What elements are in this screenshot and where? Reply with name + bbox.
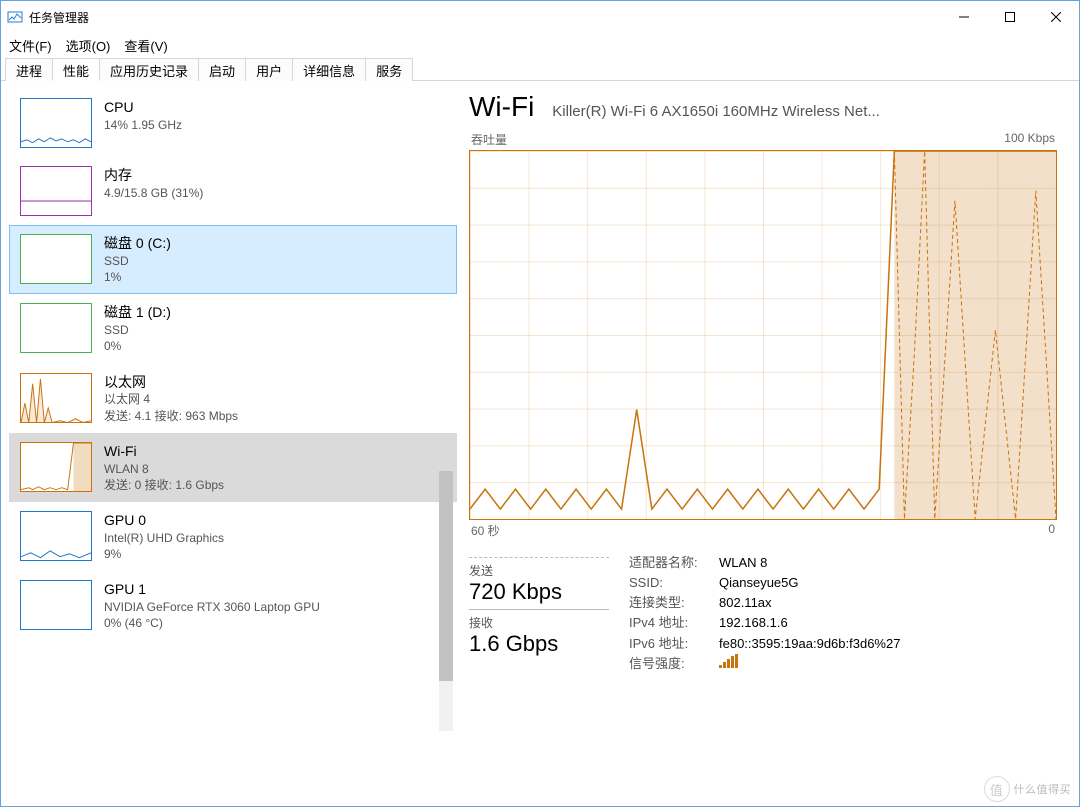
detail-panel: Wi-Fi Killer(R) Wi-Fi 6 AX1650i 160MHz W…	[457, 81, 1079, 806]
sidebar-item-gpu0[interactable]: GPU 0 Intel(R) UHD Graphics 9%	[9, 502, 457, 571]
item-title: CPU	[104, 98, 182, 117]
task-manager-window: 任务管理器 文件(F) 选项(O) 查看(V) 进程 性能 应用历史记录 启动 …	[0, 0, 1080, 807]
adapter-description: Killer(R) Wi-Fi 6 AX1650i 160MHz Wireles…	[552, 103, 1057, 120]
chart-bottom-labels: 60 秒 0	[469, 520, 1057, 539]
item-sub: 4.9/15.8 GB (31%)	[104, 185, 203, 201]
menu-options[interactable]: 选项(O)	[66, 36, 111, 55]
close-button[interactable]	[1033, 1, 1079, 33]
menu-view[interactable]: 查看(V)	[124, 36, 167, 55]
disk-thumb-icon	[20, 303, 92, 353]
watermark-text: 什么值得买	[1014, 781, 1072, 797]
sidebar-list: CPU 14% 1.95 GHz 内存 4.9/15.8 GB (31%)	[9, 89, 457, 641]
signal-bars-icon	[719, 654, 738, 668]
item-sub2: 9%	[104, 546, 224, 562]
item-sub2: 0% (46 °C)	[104, 615, 320, 631]
ipv6-key: IPv6 地址:	[629, 634, 719, 654]
menubar: 文件(F) 选项(O) 查看(V)	[1, 33, 1079, 57]
minimize-button[interactable]	[941, 1, 987, 33]
tab-users[interactable]: 用户	[245, 58, 293, 81]
ipv4-val: 192.168.1.6	[719, 613, 1057, 633]
send-label: 发送	[469, 557, 609, 579]
window-controls	[941, 1, 1079, 33]
sidebar-item-ethernet[interactable]: 以太网 以太网 4 发送: 4.1 接收: 963 Mbps	[9, 364, 457, 433]
item-sub: SSD	[104, 322, 171, 338]
item-sub2: 发送: 4.1 接收: 963 Mbps	[104, 408, 238, 424]
tab-processes[interactable]: 进程	[5, 58, 53, 81]
conn-type-key: 连接类型:	[629, 593, 719, 613]
scrollbar-grip[interactable]	[439, 471, 453, 681]
item-sub: NVIDIA GeForce RTX 3060 Laptop GPU	[104, 599, 320, 615]
ssid-key: SSID:	[629, 573, 719, 593]
chart-top-labels: 吞吐量 100 Kbps	[469, 131, 1057, 150]
item-sub: SSD	[104, 253, 171, 269]
ssid-val: Qianseyue5G	[719, 573, 1057, 593]
window-title: 任务管理器	[29, 9, 89, 26]
maximize-button[interactable]	[987, 1, 1033, 33]
memory-thumb-icon	[20, 166, 92, 216]
send-value: 720 Kbps	[469, 579, 609, 605]
item-sub2: 0%	[104, 338, 171, 354]
wifi-thumb-icon	[20, 442, 92, 492]
item-sub2: 发送: 0 接收: 1.6 Gbps	[104, 477, 224, 493]
detail-title: Wi-Fi	[469, 91, 534, 123]
sidebar-item-disk1[interactable]: 磁盘 1 (D:) SSD 0%	[9, 294, 457, 363]
item-title: 内存	[104, 166, 203, 185]
app-icon	[7, 9, 23, 25]
item-sub: 以太网 4	[104, 391, 238, 407]
body: CPU 14% 1.95 GHz 内存 4.9/15.8 GB (31%)	[1, 81, 1079, 806]
ipv6-val: fe80::3595:19aa:9d6b:f3d6%27	[719, 634, 1057, 654]
watermark: 值 什么值得买	[984, 776, 1072, 802]
chart-xmax: 0	[1048, 522, 1055, 539]
item-title: 磁盘 1 (D:)	[104, 303, 171, 322]
tab-app-history[interactable]: 应用历史记录	[99, 58, 199, 81]
gpu-thumb-icon	[20, 511, 92, 561]
sidebar: CPU 14% 1.95 GHz 内存 4.9/15.8 GB (31%)	[1, 81, 457, 806]
sidebar-item-wifi[interactable]: Wi-Fi WLAN 8 发送: 0 接收: 1.6 Gbps	[9, 433, 457, 502]
tab-services[interactable]: 服务	[365, 58, 413, 81]
conn-type-val: 802.11ax	[719, 593, 1057, 613]
detail-header: Wi-Fi Killer(R) Wi-Fi 6 AX1650i 160MHz W…	[469, 91, 1057, 123]
detail-rows: 适配器名称:WLAN 8 SSID:Qianseyue5G 连接类型:802.1…	[629, 553, 1057, 674]
recv-label: 接收	[469, 609, 609, 631]
sidebar-item-disk0[interactable]: 磁盘 0 (C:) SSD 1%	[9, 225, 457, 294]
tabbar: 进程 性能 应用历史记录 启动 用户 详细信息 服务	[1, 57, 1079, 81]
chart-label-throughput: 吞吐量	[471, 131, 507, 148]
watermark-badge: 值	[984, 776, 1010, 802]
cpu-thumb-icon	[20, 98, 92, 148]
adapter-name-key: 适配器名称:	[629, 553, 719, 573]
chart-xmin: 60 秒	[471, 522, 500, 539]
chart-label-ymax: 100 Kbps	[1004, 131, 1055, 148]
item-sub: 14% 1.95 GHz	[104, 117, 182, 133]
ethernet-thumb-icon	[20, 373, 92, 423]
ipv4-key: IPv4 地址:	[629, 613, 719, 633]
item-title: Wi-Fi	[104, 442, 224, 461]
metrics: 发送 720 Kbps 接收 1.6 Gbps	[469, 553, 609, 657]
disk-thumb-icon	[20, 234, 92, 284]
item-sub2: 1%	[104, 269, 171, 285]
menu-file[interactable]: 文件(F)	[9, 36, 52, 55]
chart-svg	[470, 151, 1056, 519]
item-title: 以太网	[104, 373, 238, 392]
item-title: 磁盘 0 (C:)	[104, 234, 171, 253]
sidebar-item-memory[interactable]: 内存 4.9/15.8 GB (31%)	[9, 157, 457, 225]
adapter-name-val: WLAN 8	[719, 553, 1057, 573]
titlebar[interactable]: 任务管理器	[1, 1, 1079, 33]
sidebar-scrollbar[interactable]	[439, 471, 453, 731]
gpu-thumb-icon	[20, 580, 92, 630]
sidebar-item-gpu1[interactable]: GPU 1 NVIDIA GeForce RTX 3060 Laptop GPU…	[9, 571, 457, 640]
tab-startup[interactable]: 启动	[198, 58, 246, 81]
throughput-chart[interactable]	[469, 150, 1057, 520]
tab-performance[interactable]: 性能	[52, 58, 100, 81]
stats-block: 发送 720 Kbps 接收 1.6 Gbps 适配器名称:WLAN 8 SSI…	[469, 553, 1057, 674]
item-sub: Intel(R) UHD Graphics	[104, 530, 224, 546]
recv-value: 1.6 Gbps	[469, 631, 609, 657]
sidebar-item-cpu[interactable]: CPU 14% 1.95 GHz	[9, 89, 457, 157]
item-sub: WLAN 8	[104, 461, 224, 477]
signal-key: 信号强度:	[629, 654, 719, 674]
item-title: GPU 1	[104, 580, 320, 599]
tab-details[interactable]: 详细信息	[292, 58, 366, 81]
item-title: GPU 0	[104, 511, 224, 530]
